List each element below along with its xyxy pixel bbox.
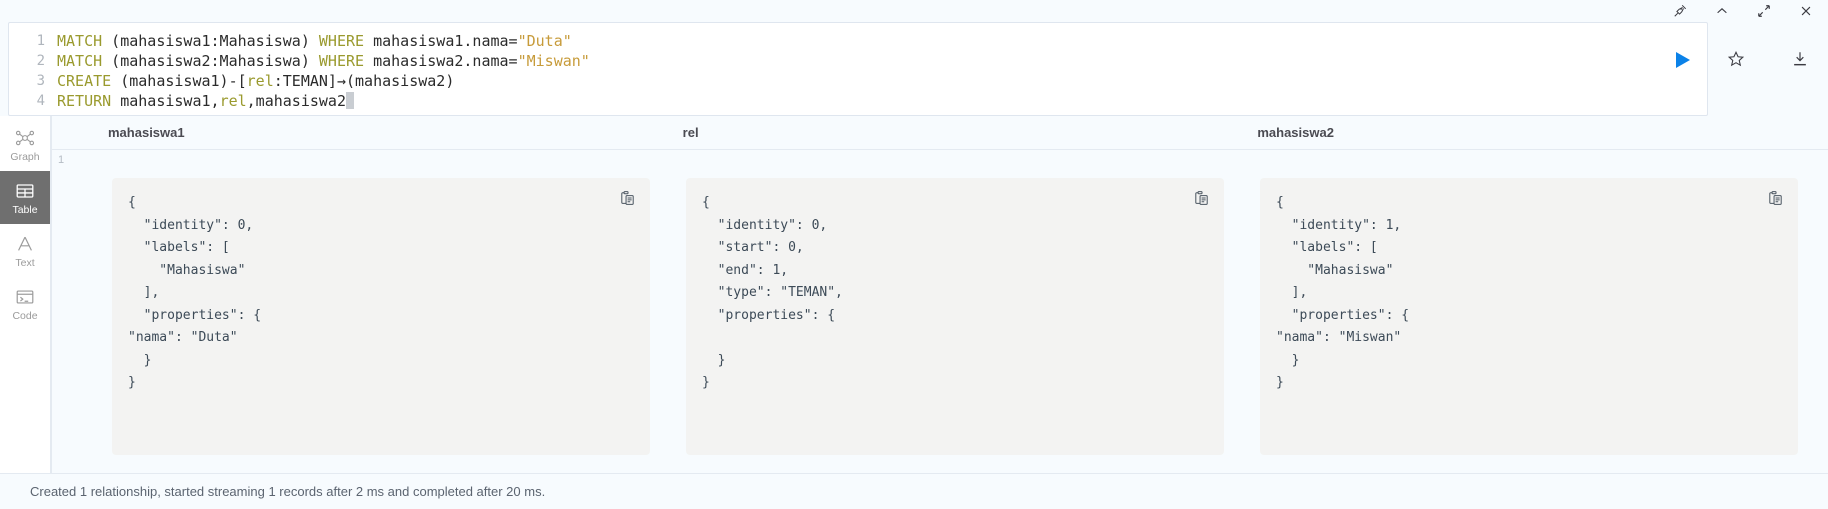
- code-text: MATCH (mahasiswa2:Mahasiswa) WHERE mahas…: [57, 52, 590, 70]
- sidebar-item-label: Text: [15, 256, 35, 269]
- line-number: 1: [36, 33, 45, 49]
- column-header-mahasiswa1: mahasiswa1: [108, 125, 185, 140]
- sidebar-item-label: Code: [12, 309, 38, 322]
- pin-icon[interactable]: [1672, 3, 1688, 19]
- code-line: 3 CREATE (mahasiswa1)-[rel:TEMAN]→(mahasi…: [9, 71, 1707, 91]
- line-number: 3: [36, 73, 45, 89]
- code-line: 4 RETURN mahasiswa1,rel,mahasiswa2: [9, 91, 1707, 111]
- text-caret: [346, 92, 354, 109]
- copy-to-clipboard-icon[interactable]: [619, 190, 636, 207]
- column-header-rel: rel: [682, 125, 699, 140]
- column-header-mahasiswa2: mahasiswa2: [1257, 125, 1334, 140]
- chevron-up-icon[interactable]: [1714, 3, 1730, 19]
- close-icon[interactable]: [1798, 3, 1814, 19]
- download-icon[interactable]: [1791, 50, 1809, 68]
- result-cell-mahasiswa1: { "identity": 0, "labels": [ "Mahasiswa"…: [112, 178, 650, 455]
- query-editor[interactable]: 1 MATCH (mahasiswa1:Mahasiswa) WHERE maha…: [8, 22, 1708, 116]
- row-number: 1: [58, 154, 65, 166]
- line-number: 2: [36, 53, 45, 69]
- run-query-button[interactable]: [1671, 49, 1693, 71]
- result-cell-mahasiswa2: { "identity": 1, "labels": [ "Mahasiswa"…: [1260, 178, 1798, 455]
- result-cell-rel: { "identity": 0, "start": 0, "end": 1, "…: [686, 178, 1224, 455]
- sidebar-item-label: Table: [12, 203, 38, 216]
- neo4j-query-frame: 1 MATCH (mahasiswa1:Mahasiswa) WHERE maha…: [0, 0, 1828, 509]
- code-icon: [14, 286, 36, 308]
- graph-icon: [14, 127, 36, 149]
- expand-icon[interactable]: [1756, 3, 1772, 19]
- sidebar-item-table[interactable]: Table: [0, 171, 50, 224]
- row-cells: { "identity": 0, "labels": [ "Mahasiswa"…: [100, 150, 1828, 473]
- code-text: CREATE (mahasiswa1)-[rel:TEMAN]→(mahasis…: [57, 72, 455, 90]
- text-icon: [14, 233, 36, 255]
- copy-to-clipboard-icon[interactable]: [1193, 190, 1210, 207]
- status-message: Created 1 relationship, started streamin…: [30, 484, 546, 499]
- table-icon: [14, 180, 36, 202]
- code-text: MATCH (mahasiswa1:Mahasiswa) WHERE mahas…: [57, 32, 572, 50]
- code-line: 1 MATCH (mahasiswa1:Mahasiswa) WHERE maha…: [9, 31, 1707, 51]
- sidebar-item-code[interactable]: Code: [0, 277, 50, 330]
- sidebar-item-label: Graph: [10, 150, 40, 163]
- results-body: Graph Table Text Code mahasiswa1 rel mahasi…: [0, 116, 1828, 473]
- table-row: 1 { "identity": 0, "labels": [ "Mahasisw…: [52, 150, 1828, 473]
- sidebar-item-graph[interactable]: Graph: [0, 118, 50, 171]
- results-table-header: mahasiswa1 rel mahasiswa2: [52, 116, 1828, 150]
- code-line: 2 MATCH (mahasiswa2:Mahasiswa) WHERE maha…: [9, 51, 1707, 71]
- frame-toolbar: [0, 0, 1828, 22]
- query-editor-row: 1 MATCH (mahasiswa1:Mahasiswa) WHERE maha…: [0, 22, 1828, 116]
- favorite-star-icon[interactable]: [1727, 50, 1745, 68]
- line-number: 4: [36, 93, 45, 109]
- result-json: { "identity": 0, "start": 0, "end": 1, "…: [702, 195, 843, 390]
- copy-to-clipboard-icon[interactable]: [1767, 190, 1784, 207]
- query-code-area[interactable]: 1 MATCH (mahasiswa1:Mahasiswa) WHERE maha…: [9, 23, 1707, 115]
- result-json: { "identity": 1, "labels": [ "Mahasiswa"…: [1276, 195, 1410, 390]
- code-text: RETURN mahasiswa1,rel,mahasiswa2: [57, 91, 354, 111]
- editor-actions: [1708, 22, 1828, 116]
- sidebar-item-text[interactable]: Text: [0, 224, 50, 277]
- view-switcher-sidebar: Graph Table Text Code: [0, 116, 51, 473]
- result-json: { "identity": 0, "labels": [ "Mahasiswa"…: [128, 195, 262, 390]
- status-bar: Created 1 relationship, started streamin…: [0, 473, 1828, 509]
- results-panel: mahasiswa1 rel mahasiswa2 1 { "identity"…: [51, 116, 1828, 473]
